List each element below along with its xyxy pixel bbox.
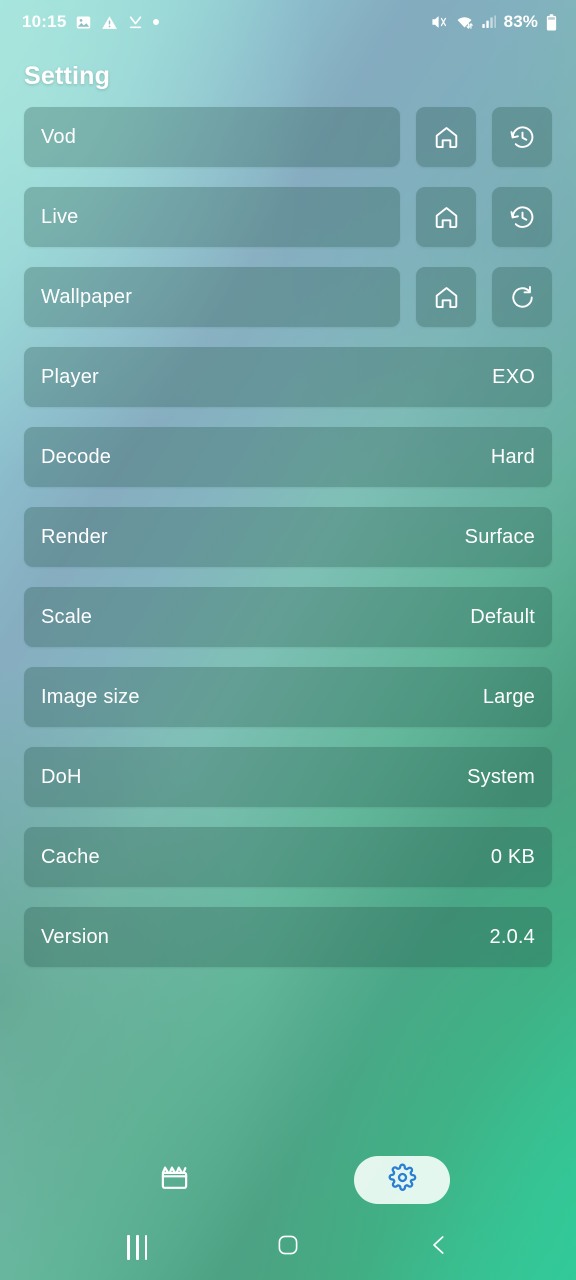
setting-label: Live [41,205,79,228]
wallpaper-refresh-button[interactable] [492,267,552,327]
android-navigation-bar [0,1214,576,1280]
nav-home-button[interactable] [258,1227,318,1267]
setting-label: Cache [41,845,100,868]
status-bar-right: 83% [430,12,558,32]
settings-row-player: Player EXO [24,347,552,407]
setting-wallpaper-button[interactable]: Wallpaper [24,267,400,327]
setting-label: Vod [41,125,77,148]
setting-version-button[interactable]: Version 2.0.4 [24,907,552,967]
dot-indicator-icon [153,19,160,25]
movie-clapper-icon [159,1162,190,1198]
settings-row-version: Version 2.0.4 [24,907,552,967]
history-icon [509,204,536,231]
battery-icon [545,13,558,31]
mute-icon [430,13,448,31]
setting-doh-button[interactable]: DoH System [24,747,552,807]
vod-home-button[interactable] [416,107,476,167]
home-icon [276,1233,300,1262]
live-history-button[interactable] [492,187,552,247]
vod-history-button[interactable] [492,107,552,167]
nav-back-button[interactable] [409,1227,469,1267]
wifi-data-icon [455,13,474,31]
settings-row-scale: Scale Default [24,587,552,647]
status-bar: 10:15 83% [0,0,576,44]
live-home-button[interactable] [416,187,476,247]
setting-decode-button[interactable]: Decode Hard [24,427,552,487]
home-icon [433,284,460,311]
setting-label: Version [41,925,110,948]
settings-row-decode: Decode Hard [24,427,552,487]
settings-row-image-size: Image size Large [24,667,552,727]
page-title: Setting [24,62,111,90]
tab-setting[interactable] [354,1156,450,1204]
setting-value: 0 KB [490,845,535,868]
signal-bars-icon [481,14,497,30]
refresh-icon [509,284,536,311]
status-bar-left: 10:15 [22,12,160,32]
setting-value: Default [470,605,535,628]
setting-label: Render [41,525,108,548]
setting-label: DoH [41,765,82,788]
warning-triangle-icon [101,14,118,31]
home-icon [433,204,460,231]
setting-render-button[interactable]: Render Surface [24,507,552,567]
home-icon [433,124,460,151]
back-icon [426,1232,452,1263]
setting-vod-button[interactable]: Vod [24,107,400,167]
settings-row-wallpaper: Wallpaper [24,267,552,327]
setting-value: Large [482,685,535,708]
settings-row-vod: Vod [24,107,552,167]
setting-cache-button[interactable]: Cache 0 KB [24,827,552,887]
setting-live-button[interactable]: Live [24,187,400,247]
wallpaper-home-button[interactable] [416,267,476,327]
settings-row-render: Render Surface [24,507,552,567]
nav-recents-button[interactable] [107,1227,167,1267]
setting-value: EXO [492,365,535,388]
setting-player-button[interactable]: Player EXO [24,347,552,407]
settings-row-doh: DoH System [24,747,552,807]
setting-scale-button[interactable]: Scale Default [24,587,552,647]
gear-icon [388,1163,417,1197]
recents-icon [127,1234,148,1260]
setting-image-size-button[interactable]: Image size Large [24,667,552,727]
status-bar-clock: 10:15 [22,12,67,31]
battery-percent-label: 83% [503,12,538,31]
settings-list: Vod Live Wallpaper Player EXO Decode Har… [0,107,576,967]
bottom-tab-bar [0,1150,576,1210]
history-icon [509,124,536,151]
setting-value: Hard [490,445,535,468]
setting-value: System [467,765,535,788]
setting-label: Scale [41,605,93,628]
setting-value: Surface [464,525,535,548]
setting-label: Wallpaper [41,285,133,308]
tab-vod[interactable] [126,1156,222,1204]
setting-label: Image size [41,685,140,708]
setting-label: Decode [41,445,112,468]
download-complete-icon [127,14,144,31]
setting-label: Player [41,365,99,388]
setting-value: 2.0.4 [489,925,535,948]
settings-row-live: Live [24,187,552,247]
settings-row-cache: Cache 0 KB [24,827,552,887]
photo-icon [75,14,92,31]
